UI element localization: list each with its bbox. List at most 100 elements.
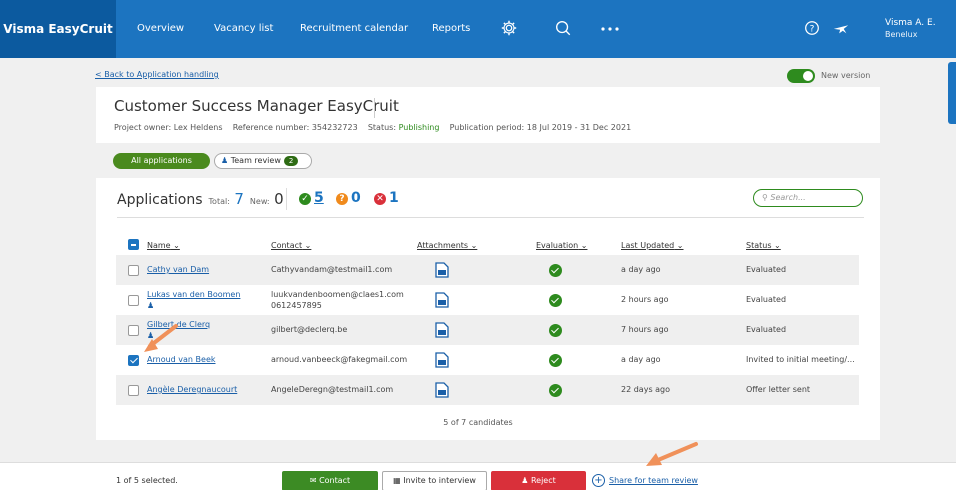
evaluation-check-icon bbox=[549, 264, 562, 277]
column-status[interactable]: Status ⌄ bbox=[746, 241, 781, 250]
candidate-status: Offer letter sent bbox=[746, 385, 811, 394]
search-input[interactable]: ⚲ Search... bbox=[753, 189, 863, 207]
table-row[interactable]: Gilbert de Clerq ♟ gilbert@declerq.be 7 … bbox=[116, 315, 859, 345]
candidate-name[interactable]: Arnoud van Beek bbox=[147, 355, 216, 364]
plane-icon[interactable] bbox=[832, 19, 852, 39]
svg-text:?: ? bbox=[810, 25, 815, 35]
candidate-status: Invited to initial meeting/... bbox=[746, 355, 855, 364]
candidate-contact: arnoud.vanbeeck@fakegmail.com bbox=[271, 355, 408, 364]
side-panel-tab[interactable] bbox=[948, 62, 956, 124]
project-owner: Lex Heldens bbox=[173, 123, 223, 132]
last-updated: 2 hours ago bbox=[621, 295, 669, 304]
candidate-name[interactable]: Lukas van den Boomen bbox=[147, 290, 240, 299]
evaluation-check-icon bbox=[549, 324, 562, 337]
contact-button[interactable]: ✉ Contact bbox=[282, 471, 378, 490]
select-all-checkbox[interactable] bbox=[128, 239, 139, 250]
approved-filter[interactable]: ✓ 5 bbox=[299, 190, 324, 206]
table-row[interactable]: Cathy van Dam Cathyvandam@testmail1.com … bbox=[116, 255, 859, 285]
candidate-contact: luukvandenboomen@claes1.com bbox=[271, 290, 404, 299]
user-region: Benelux bbox=[885, 30, 918, 39]
cv-icon[interactable] bbox=[435, 292, 449, 308]
new-version-toggle[interactable] bbox=[787, 69, 815, 83]
page-title: Customer Success Manager EasyCruit bbox=[114, 97, 399, 115]
candidate-contact: Cathyvandam@testmail1.com bbox=[271, 265, 393, 274]
reject-button[interactable]: ♟ Reject bbox=[491, 471, 586, 490]
table-row[interactable]: Angèle Deregnaucourt AngeleDeregn@testma… bbox=[116, 375, 859, 405]
share-for-team-review-button[interactable]: + Share for team review bbox=[592, 471, 702, 490]
row-checkbox[interactable] bbox=[128, 355, 139, 366]
candidate-contact: AngeleDeregn@testmail1.com bbox=[271, 385, 394, 394]
team-review-count: 2 bbox=[283, 156, 299, 166]
publication-period: 18 Jul 2019 - 31 Dec 2021 bbox=[526, 123, 632, 132]
nav-vacancy-list[interactable]: Vacancy list bbox=[214, 0, 273, 58]
job-header-card bbox=[96, 87, 880, 143]
row-checkbox[interactable] bbox=[128, 295, 139, 306]
row-checkbox[interactable] bbox=[128, 265, 139, 276]
user-name: Visma A. E. bbox=[885, 18, 936, 28]
candidates-count: 5 of 7 candidates bbox=[443, 418, 513, 427]
nav-recruitment-calendar[interactable]: Recruitment calendar bbox=[300, 0, 408, 58]
user-menu[interactable]: Visma A. E. Benelux bbox=[885, 18, 936, 40]
table-row[interactable]: Arnoud van Beek arnoud.vanbeeck@fakegmai… bbox=[116, 345, 859, 375]
title-divider bbox=[374, 98, 375, 118]
applications-heading: Applications Total: 7 New: 0 bbox=[117, 190, 284, 208]
cv-icon[interactable] bbox=[435, 352, 449, 368]
column-contact[interactable]: Contact ⌄ bbox=[271, 241, 311, 250]
help-icon[interactable]: ? bbox=[803, 19, 823, 39]
calendar-icon: ▦ bbox=[393, 476, 401, 485]
all-applications-button[interactable]: All applications bbox=[113, 153, 210, 169]
reject-user-icon: ♟ bbox=[521, 476, 529, 485]
table-row[interactable]: Lukas van den Boomen ♟ luukvandenboomen@… bbox=[116, 285, 859, 315]
mail-icon: ✉ bbox=[309, 476, 317, 485]
question-icon: ? bbox=[336, 193, 348, 205]
back-link[interactable]: < Back to Application handling bbox=[95, 70, 219, 79]
top-navigation-bar: Visma EasyCruit Overview Vacancy list Re… bbox=[0, 0, 956, 58]
bottom-action-bar: 1 of 5 selected. ✉ Contact ▦ Invite to i… bbox=[0, 462, 956, 490]
row-checkbox[interactable] bbox=[128, 325, 139, 336]
brand-logo[interactable]: Visma EasyCruit bbox=[0, 0, 116, 58]
evaluation-check-icon bbox=[549, 384, 562, 397]
last-updated: 7 hours ago bbox=[621, 325, 669, 334]
job-meta: Project owner: Lex Heldens Reference num… bbox=[114, 123, 632, 132]
cv-icon[interactable] bbox=[435, 322, 449, 338]
candidate-status: Evaluated bbox=[746, 295, 787, 304]
cv-icon[interactable] bbox=[435, 382, 449, 398]
new-version-label: New version bbox=[821, 71, 871, 80]
evaluation-check-icon bbox=[549, 354, 562, 367]
column-name[interactable]: Name ⌄ bbox=[147, 241, 180, 250]
team-icon: ♟ bbox=[221, 156, 229, 165]
heading-divider bbox=[286, 188, 287, 210]
annotation-arrow-icon bbox=[144, 324, 178, 352]
cv-icon[interactable] bbox=[435, 262, 449, 278]
job-status: Publishing bbox=[398, 123, 440, 132]
row-checkbox[interactable] bbox=[128, 385, 139, 396]
check-icon: ✓ bbox=[299, 193, 311, 205]
search-icon[interactable] bbox=[554, 19, 574, 39]
candidate-status: Evaluated bbox=[746, 265, 787, 274]
invite-to-interview-button[interactable]: ▦ Invite to interview bbox=[382, 471, 487, 490]
divider bbox=[117, 217, 864, 218]
nav-reports[interactable]: Reports bbox=[432, 0, 470, 58]
plus-icon: + bbox=[592, 474, 605, 487]
column-attachments[interactable]: Attachments ⌄ bbox=[417, 241, 477, 250]
gear-icon[interactable] bbox=[500, 19, 520, 39]
column-last-updated[interactable]: Last Updated ⌄ bbox=[621, 241, 684, 250]
nav-overview[interactable]: Overview bbox=[137, 0, 184, 58]
last-updated: a day ago bbox=[621, 265, 661, 274]
team-review-button[interactable]: ♟ Team review 2 bbox=[214, 153, 312, 169]
rejected-filter[interactable]: ✕ 1 bbox=[374, 190, 399, 206]
candidate-phone: 0612457895 bbox=[271, 301, 322, 310]
team-review-icon: ♟ bbox=[147, 301, 155, 310]
total-count: 7 bbox=[234, 190, 244, 208]
candidate-name[interactable]: Angèle Deregnaucourt bbox=[147, 385, 237, 394]
maybe-filter[interactable]: ? 0 bbox=[336, 190, 361, 206]
candidate-name[interactable]: Cathy van Dam bbox=[147, 265, 209, 274]
close-icon: ✕ bbox=[374, 193, 386, 205]
more-icon[interactable] bbox=[599, 19, 619, 39]
reference-number: 354232723 bbox=[311, 123, 358, 132]
last-updated: a day ago bbox=[621, 355, 661, 364]
evaluation-check-icon bbox=[549, 294, 562, 307]
column-evaluation[interactable]: Evaluation ⌄ bbox=[536, 241, 587, 250]
candidate-status: Evaluated bbox=[746, 325, 787, 334]
selection-count: 1 of 5 selected. bbox=[116, 476, 178, 485]
